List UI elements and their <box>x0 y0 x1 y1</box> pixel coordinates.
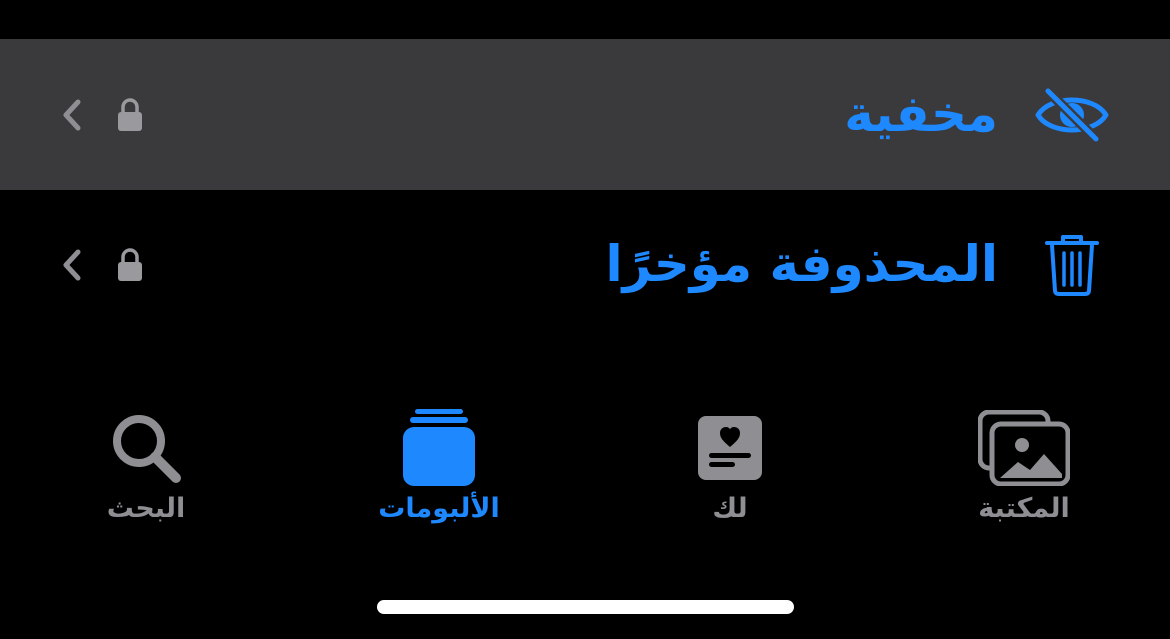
album-title-recently-deleted: المحذوفة مؤخرًا <box>605 234 998 293</box>
lock-icon <box>116 247 144 283</box>
search-icon <box>98 403 194 493</box>
tab-label-for-you: لك <box>712 493 748 524</box>
chevron-left-icon <box>58 97 86 133</box>
tab-albums[interactable]: الألبومات <box>349 395 529 535</box>
for-you-icon <box>682 403 778 493</box>
tab-library[interactable]: المكتبة <box>934 395 1114 535</box>
tab-label-search: البحث <box>106 493 186 524</box>
album-title-hidden: مخفية <box>844 84 998 143</box>
trash-icon <box>1034 227 1110 303</box>
tab-bar: المكتبة لك الألبومات البحث <box>0 395 1170 545</box>
eye-slash-icon <box>1034 77 1110 153</box>
lock-icon <box>116 97 144 133</box>
tab-search[interactable]: البحث <box>56 395 236 535</box>
tab-for-you[interactable]: لك <box>640 395 820 535</box>
tab-label-albums: الألبومات <box>378 493 500 524</box>
photo-library-icon <box>976 403 1072 493</box>
albums-icon <box>391 403 487 493</box>
home-indicator[interactable] <box>377 600 794 614</box>
album-row-recently-deleted[interactable]: المحذوفة مؤخرًا <box>0 190 1170 340</box>
album-row-hidden[interactable]: مخفية <box>0 39 1170 190</box>
tab-label-library: المكتبة <box>978 493 1070 524</box>
chevron-left-icon <box>58 247 86 283</box>
